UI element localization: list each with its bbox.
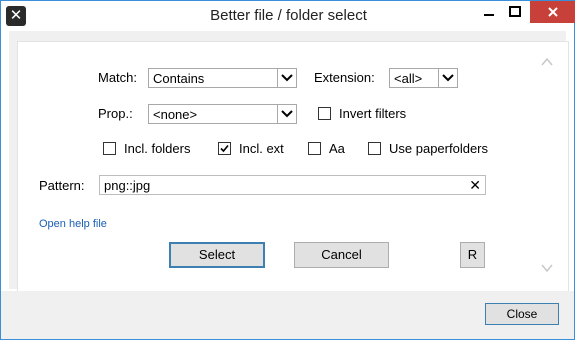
chevron-up-icon[interactable]: [541, 57, 553, 67]
match-dropdown[interactable]: Contains: [148, 68, 297, 88]
chevron-down-icon[interactable]: [277, 69, 296, 87]
maximize-icon: [509, 6, 521, 17]
chevron-down-icon[interactable]: [277, 105, 296, 123]
checkmark-icon: [220, 144, 229, 153]
clear-pattern-icon[interactable]: ✕: [469, 177, 481, 193]
incl-folders-checkbox[interactable]: [103, 142, 116, 155]
pattern-value: png::jpg: [104, 178, 151, 193]
close-button[interactable]: Close: [485, 303, 559, 325]
incl-ext-label: Incl. ext: [239, 141, 284, 156]
prop-value: <none>: [153, 107, 198, 122]
r-button[interactable]: R: [460, 242, 485, 268]
select-button[interactable]: Select: [169, 242, 265, 268]
close-window-button[interactable]: [530, 1, 575, 23]
match-label: Match:: [98, 70, 138, 85]
prop-dropdown[interactable]: <none>: [148, 104, 297, 124]
aa-checkbox[interactable]: [308, 142, 321, 155]
cancel-button[interactable]: Cancel: [294, 242, 389, 268]
minimize-button[interactable]: [476, 1, 502, 23]
dialog-window: ✕ Better file / folder select Match: Con…: [0, 0, 575, 340]
invert-filters-checkbox[interactable]: [318, 107, 331, 120]
invert-filters-label: Invert filters: [339, 106, 407, 121]
maximize-button[interactable]: [502, 1, 528, 23]
chevron-down-icon[interactable]: [438, 69, 457, 87]
close-icon: [547, 7, 558, 17]
aa-label: Aa: [329, 141, 345, 156]
incl-folders-label: Incl. folders: [124, 141, 191, 156]
vertical-scrollbar[interactable]: [537, 53, 557, 278]
prop-label: Prop.:: [98, 106, 133, 121]
use-paperfolders-label: Use paperfolders: [389, 141, 488, 156]
minimize-icon: [484, 14, 494, 16]
chevron-down-icon[interactable]: [541, 263, 553, 273]
title-bar[interactable]: ✕ Better file / folder select: [1, 1, 575, 31]
pattern-input[interactable]: png::jpg ✕: [99, 175, 486, 195]
open-help-link[interactable]: Open help file: [39, 218, 107, 230]
use-paperfolders-checkbox[interactable]: [368, 142, 381, 155]
extension-label: Extension:: [314, 70, 375, 85]
incl-ext-checkbox[interactable]: [218, 142, 231, 155]
extension-value: <all>: [394, 71, 423, 86]
match-value: Contains: [153, 71, 205, 86]
pattern-label: Pattern:: [39, 178, 85, 193]
extension-dropdown[interactable]: <all>: [389, 68, 458, 88]
